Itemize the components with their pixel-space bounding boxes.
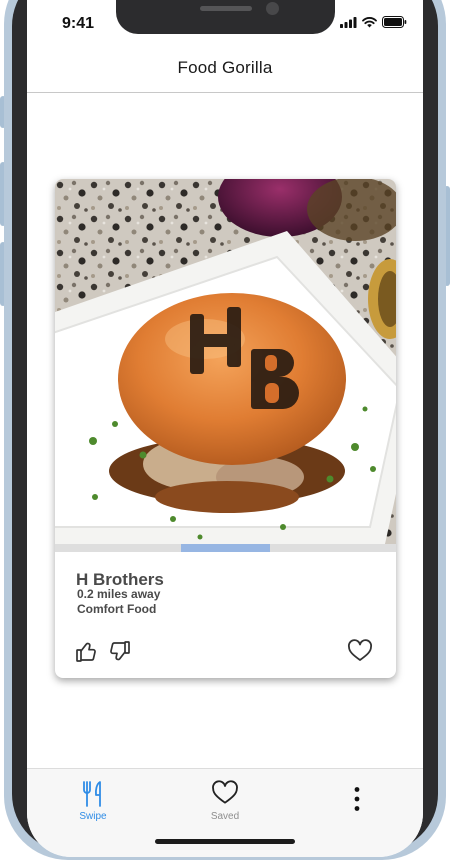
photo-progress-indicator (181, 544, 270, 552)
thumbs-down-icon (110, 641, 130, 661)
speaker-grille (200, 6, 252, 11)
restaurant-card[interactable]: H Brothers 0.2 miles away Comfort Food (55, 179, 396, 678)
thumbs-up-icon (76, 642, 96, 662)
restaurant-distance: 0.2 miles away (77, 587, 161, 601)
save-button[interactable] (346, 637, 374, 665)
tab-bar: Swipe Saved (27, 768, 423, 857)
status-time: 9:41 (62, 15, 95, 32)
wifi-icon (362, 16, 377, 27)
photo-progress-track (55, 544, 396, 552)
tab-swipe-label: Swipe (79, 811, 107, 822)
more-vertical-icon (354, 787, 360, 811)
tab-more[interactable] (291, 769, 423, 831)
heart-icon (348, 639, 372, 661)
navigation-bar: Food Gorilla (27, 44, 423, 93)
dislike-button[interactable] (105, 637, 133, 665)
tab-saved[interactable]: Saved (159, 769, 291, 831)
like-button[interactable] (73, 638, 101, 666)
fork-knife-icon (83, 781, 101, 807)
restaurant-photo (55, 179, 396, 544)
tab-saved-label: Saved (210, 811, 240, 822)
battery-icon (382, 16, 407, 28)
notch (116, 0, 335, 34)
restaurant-category: Comfort Food (77, 602, 157, 616)
heart-icon (212, 780, 238, 804)
status-icons (340, 16, 407, 28)
page-title: Food Gorilla (177, 58, 273, 77)
home-indicator[interactable] (155, 839, 295, 844)
front-camera (266, 2, 279, 15)
screen: 9:41 Food Gorilla H Brothers 0.2 miles a… (27, 0, 423, 857)
signal-icon (340, 16, 357, 28)
tab-swipe[interactable]: Swipe (27, 769, 159, 831)
